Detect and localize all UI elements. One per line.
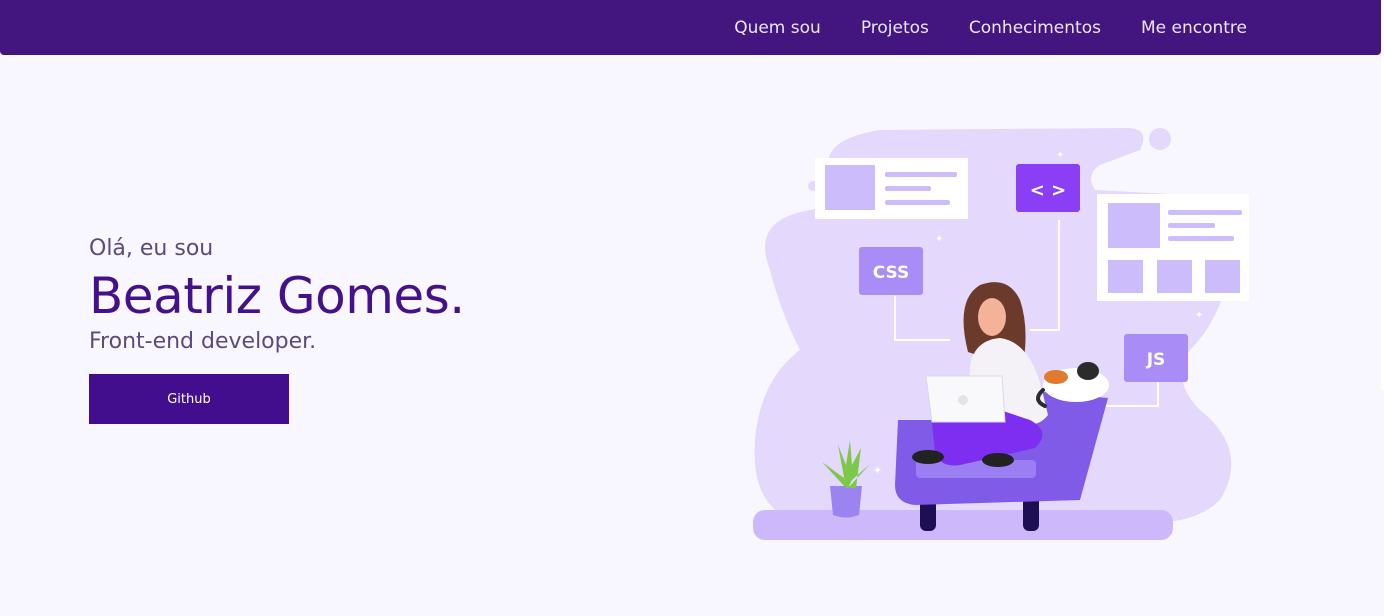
js-tag-label: JS bbox=[1146, 350, 1166, 370]
nav-item-me-encontre[interactable]: Me encontre bbox=[1141, 18, 1247, 38]
hero-section: Olá, eu sou Beatriz Gomes. Front-end dev… bbox=[89, 236, 465, 424]
css-tag-label: CSS bbox=[873, 263, 910, 283]
laptop-logo bbox=[958, 395, 968, 405]
ui-card-right-tile bbox=[1157, 260, 1192, 293]
ui-card-right-tile bbox=[1205, 260, 1240, 293]
sparkle-icon: ✦ bbox=[1056, 150, 1064, 161]
github-button[interactable]: Github bbox=[89, 374, 289, 424]
ui-card-right-image bbox=[1108, 203, 1160, 248]
hero-name: Beatriz Gomes. bbox=[89, 267, 465, 325]
ui-card-right-line bbox=[1168, 236, 1234, 241]
nav-item-quem-sou[interactable]: Quem sou bbox=[734, 18, 821, 38]
person-shoe bbox=[912, 450, 944, 464]
developer-illustration: < > CSS JS ✦ ✦ ✦ ✦ bbox=[753, 128, 1249, 540]
cat-patch-orange bbox=[1044, 370, 1068, 384]
ui-card-right-line bbox=[1168, 210, 1242, 215]
nav-item-conhecimentos[interactable]: Conhecimentos bbox=[969, 18, 1101, 38]
ui-card-right-tile bbox=[1108, 260, 1143, 293]
top-navbar: Quem sou Projetos Conhecimentos Me encon… bbox=[0, 0, 1381, 55]
person-face bbox=[978, 298, 1006, 336]
sparkle-icon: ✦ bbox=[873, 464, 882, 477]
person-shoe bbox=[982, 453, 1014, 467]
ui-card-left-image bbox=[825, 165, 875, 210]
hero-role: Front-end developer. bbox=[89, 329, 317, 354]
floor bbox=[753, 510, 1173, 540]
decor-circle bbox=[1149, 128, 1171, 150]
ui-card-left-line bbox=[885, 186, 931, 191]
cat-patch-dark bbox=[1077, 362, 1099, 380]
sparkle-icon: ✦ bbox=[935, 234, 943, 245]
nav-item-projetos[interactable]: Projetos bbox=[861, 18, 929, 38]
nav-menu: Quem sou Projetos Conhecimentos Me encon… bbox=[734, 0, 1247, 55]
code-icon: < > bbox=[1030, 180, 1066, 201]
hero-greeting: Olá, eu sou bbox=[89, 236, 214, 261]
ui-card-left-line bbox=[885, 172, 957, 177]
ui-card-right-line bbox=[1168, 223, 1215, 228]
ui-card-left-line bbox=[885, 200, 950, 205]
sparkle-icon: ✦ bbox=[1195, 310, 1203, 321]
plant-pot bbox=[830, 486, 862, 518]
